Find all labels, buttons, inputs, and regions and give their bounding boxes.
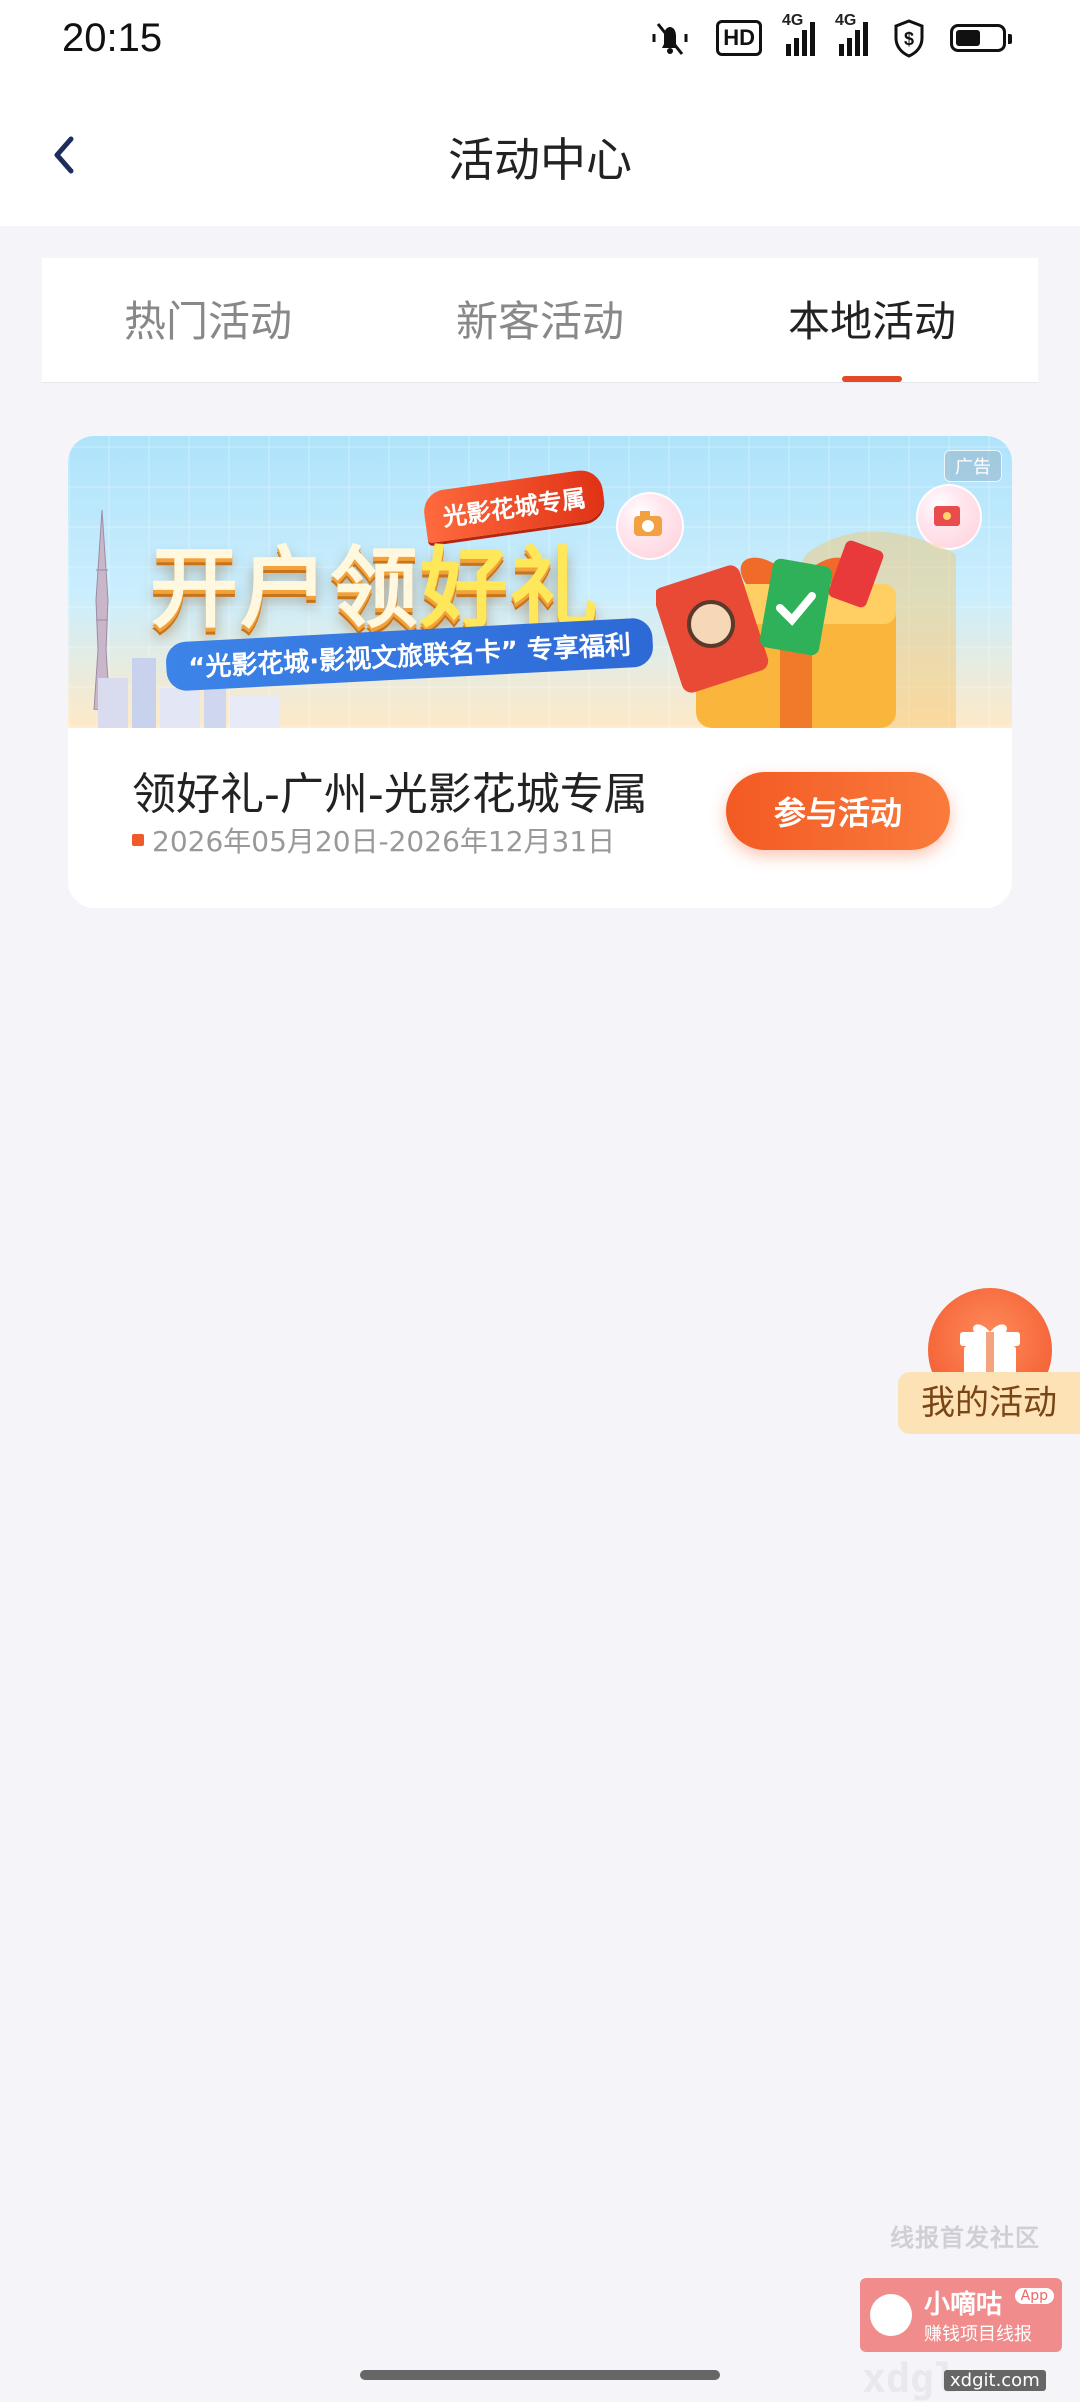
- signal-4g-icon: 4G: [835, 12, 868, 56]
- activity-card[interactable]: 广告 光影花城专属 开户领好礼 “光影花城·影视文旅联名卡” 专享福利 领好礼-…: [68, 436, 1012, 908]
- activity-date-range: 2026年05月20日-2026年12月31日: [152, 825, 616, 858]
- signal-4g-icon: 4G: [782, 12, 815, 56]
- network-type-label: 4G: [835, 12, 857, 29]
- watermark-app-name: 小嘀咕: [924, 2290, 1003, 2320]
- tab-hot[interactable]: 热门活动: [42, 258, 374, 382]
- my-activity-label: 我的活动: [898, 1372, 1080, 1434]
- shield-icon: $: [892, 18, 926, 58]
- tab-local[interactable]: 本地活动: [706, 258, 1038, 382]
- battery-icon: [950, 24, 1012, 52]
- watermark-top-text: 线报首发社区: [890, 2224, 1040, 2252]
- activity-dates: 2026年05月20日-2026年12月31日: [132, 820, 615, 860]
- gift-box-illustration: [656, 531, 956, 728]
- watermark: 线报首发社区 小嘀咕 App 赚钱项目线报 xdgl xdgit.com: [860, 2208, 1070, 2402]
- activity-banner[interactable]: 广告 光影花城专属 开户领好礼 “光影花城·影视文旅联名卡” 专享福利: [68, 436, 1012, 728]
- page-header: 活动中心: [0, 80, 1080, 226]
- watermark-sub: 赚钱项目线报: [924, 2324, 1032, 2345]
- hd-icon: HD: [716, 20, 762, 56]
- join-activity-button[interactable]: 参与活动: [726, 772, 950, 850]
- watermark-app-badge: App: [1014, 2288, 1054, 2304]
- headline-part1: 开户领: [150, 537, 421, 640]
- watermark-url-small: xdgit.com: [944, 2370, 1046, 2391]
- status-bar: 20:15 HD 4G 4G $: [0, 0, 1080, 80]
- tab-new-customer[interactable]: 新客活动: [374, 258, 706, 382]
- tab-bar: 热门活动 新客活动 本地活动: [42, 258, 1038, 383]
- mute-icon: [648, 18, 692, 58]
- svg-text:$: $: [904, 29, 914, 49]
- ad-tag: 广告: [944, 450, 1002, 482]
- page-title: 活动中心: [448, 133, 632, 187]
- my-activity-float-button[interactable]: 我的活动: [898, 1288, 1080, 1434]
- status-time: 20:15: [62, 16, 163, 60]
- status-icons: HD 4G 4G $: [648, 12, 1012, 58]
- battery-fill: [956, 30, 981, 46]
- activity-info: 领好礼-广州-光影花城专属 2026年05月20日-2026年12月31日 参与…: [68, 728, 1012, 908]
- gift-icon: [960, 1324, 1020, 1374]
- home-indicator[interactable]: [360, 2370, 720, 2380]
- watermark-mascot-icon: [870, 2294, 912, 2336]
- date-bullet-icon: [132, 834, 144, 846]
- activity-title: 领好礼-广州-光影花城专属: [132, 769, 648, 820]
- watermark-app-box: 小嘀咕 App 赚钱项目线报: [860, 2278, 1062, 2352]
- network-type-label: 4G: [782, 12, 804, 29]
